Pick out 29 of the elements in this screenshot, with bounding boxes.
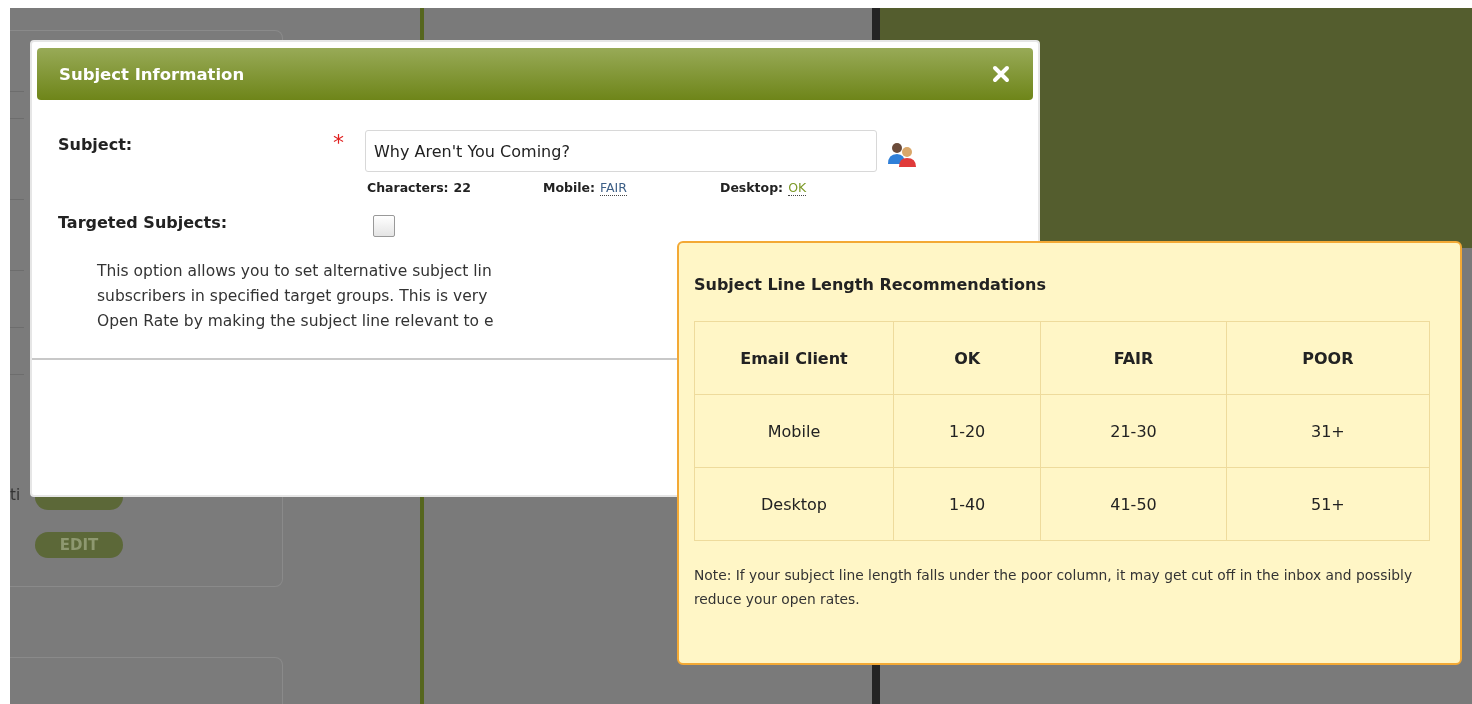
- column-header: POOR: [1226, 321, 1430, 395]
- stat-label: Mobile:: [543, 180, 596, 196]
- table-cell: Desktop: [694, 467, 894, 541]
- table-cell: Mobile: [694, 394, 894, 468]
- targeted-subjects-label: Targeted Subjects:: [57, 212, 229, 232]
- table-cell: 41-50: [1040, 467, 1227, 541]
- people-icon[interactable]: [885, 140, 919, 168]
- close-icon[interactable]: [991, 64, 1011, 84]
- table-cell: 1-20: [893, 394, 1041, 468]
- tooltip-title: Subject Line Length Recommendations: [694, 275, 1047, 294]
- rating-link[interactable]: FAIR: [600, 180, 627, 196]
- stat-label: Characters:: [367, 180, 449, 196]
- note-text: Note: If your subject line length falls under the poor column, it may get cut off in the inbox and possibly reduce your open rates.: [694, 566, 1414, 609]
- table-cell: 1-40: [893, 467, 1041, 541]
- table-cell: 31+: [1226, 394, 1430, 468]
- table-cell: 51+: [1226, 467, 1430, 541]
- required-mark: *: [333, 130, 345, 155]
- subject-label: Subject:: [57, 134, 134, 154]
- stat-value: 22: [453, 180, 471, 196]
- dialog-title: Subject Information: [59, 64, 245, 84]
- stat-label: Desktop:: [720, 180, 784, 196]
- column-header: FAIR: [1040, 321, 1227, 395]
- truncated-label: ti: [10, 486, 21, 504]
- checkbox[interactable]: [373, 215, 395, 237]
- subject-field[interactable]: Why Aren't You Coming?: [365, 130, 877, 172]
- description: This option allows you to set alternative subject lin subscribers in specified target groups. This is very Open Rate by making the subject line relevant to e: [97, 261, 494, 332]
- column-header: OK: [893, 321, 1041, 395]
- table-cell: 21-30: [1040, 394, 1227, 468]
- column-header: Email Client: [694, 321, 894, 395]
